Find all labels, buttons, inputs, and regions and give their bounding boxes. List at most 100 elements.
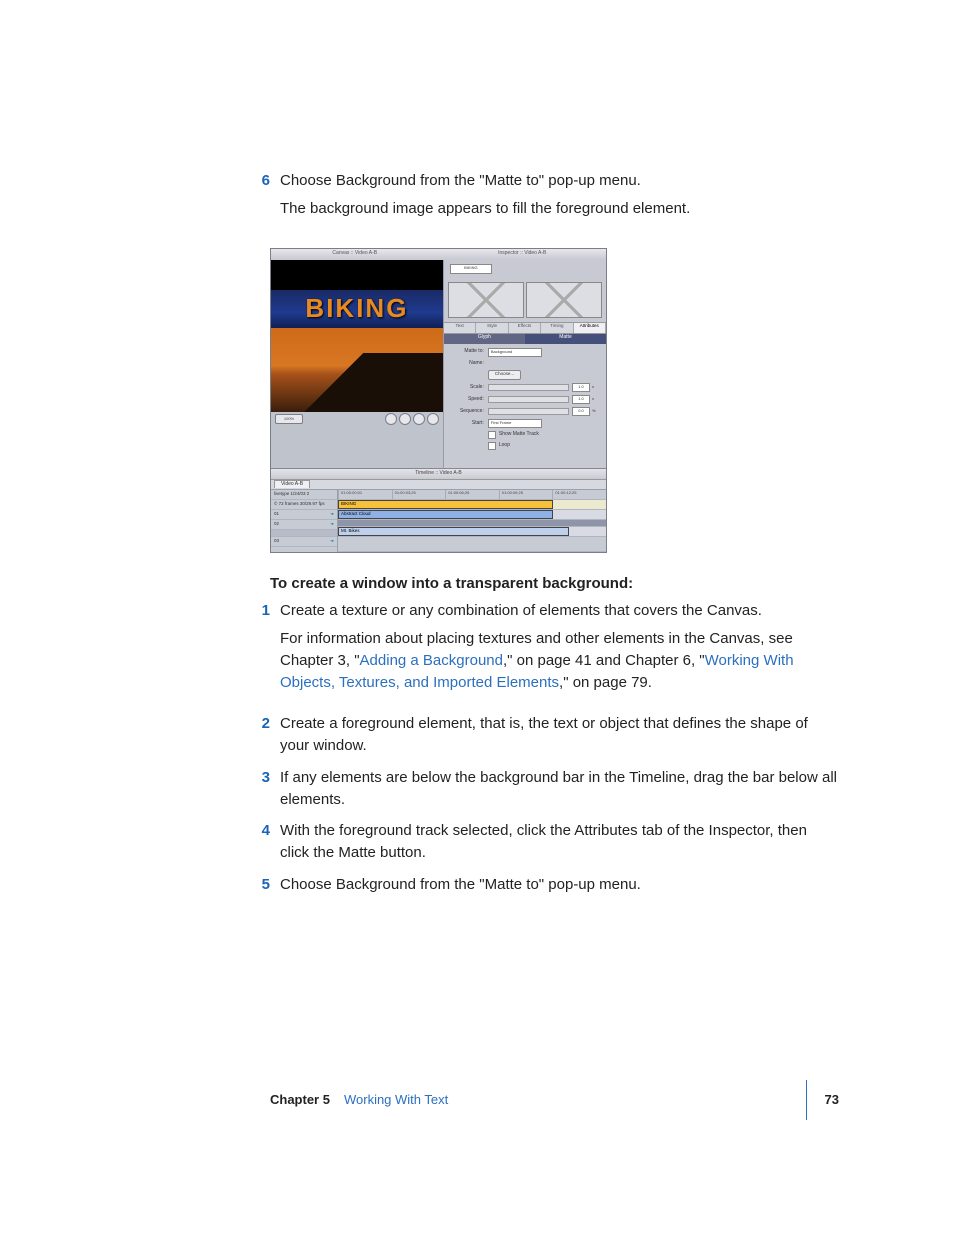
- step-4: 4 With the foreground track selected, cl…: [270, 820, 839, 864]
- step-number: 4: [248, 820, 280, 864]
- transport-controls: [385, 413, 439, 425]
- proj-info-2: © 72 frames 30/29.97 fps: [271, 500, 337, 510]
- section-heading: To create a window into a transparent ba…: [270, 573, 839, 595]
- window-titlebar: Canvas :: Video A-B Inspector :: Video A…: [271, 249, 606, 260]
- sequence-slider[interactable]: [488, 408, 569, 415]
- transport-loop-icon[interactable]: [427, 413, 439, 425]
- clip-biking[interactable]: BIKING: [338, 500, 553, 509]
- inspector-thumbnails: [444, 278, 606, 322]
- inspector-window: BIKING Text Style Effects Timing Attribu…: [443, 260, 606, 468]
- keyframe-icon: ◦▸: [330, 538, 334, 545]
- timeline-footer: [338, 537, 606, 552]
- windows-row: BIKING 100%: [271, 260, 606, 468]
- screenshot: Canvas :: Video A-B Inspector :: Video A…: [270, 248, 607, 553]
- page-footer: Chapter 5 Working With Text 73: [0, 1080, 954, 1120]
- canvas-window: BIKING 100%: [271, 260, 443, 468]
- track-3[interactable]: Mt. Bikes: [338, 527, 606, 537]
- canvas-footer: 100%: [271, 412, 443, 468]
- start-select[interactable]: First Frame: [488, 419, 542, 428]
- inspector-name-row: BIKING: [444, 260, 606, 278]
- step-number: 3: [248, 767, 280, 811]
- thumb-1: [448, 282, 524, 318]
- step-number: 5: [248, 874, 280, 896]
- track-1[interactable]: BIKING: [338, 500, 606, 510]
- timeline-tabbar: Video A-B: [271, 479, 606, 489]
- step-number: 6: [248, 170, 280, 234]
- track-header-1[interactable]: 01◦▸: [271, 510, 337, 520]
- speed-slider[interactable]: [488, 396, 569, 403]
- choose-button[interactable]: Choose...: [488, 370, 521, 380]
- keyframe-icon: ◦▸: [330, 521, 334, 528]
- step-3: 3 If any elements are below the backgrou…: [270, 767, 839, 811]
- speed-value[interactable]: 1.0: [572, 395, 590, 404]
- step-text: Create a texture or any combination of e…: [280, 600, 839, 622]
- name-label: Name:: [450, 360, 488, 367]
- zoom-chip[interactable]: 100%: [275, 414, 303, 424]
- show-matte-label: Show Matte Track: [499, 431, 539, 438]
- step-5: 5 Choose Background from the "Matte to" …: [270, 874, 839, 896]
- step-1: 1 Create a texture or any combination of…: [270, 600, 839, 707]
- transport-next-icon[interactable]: [413, 413, 425, 425]
- canvas-title-text: BIKING: [271, 290, 443, 328]
- timeline-ruler[interactable]: 01:00:00;0101:00:03;2501:00:06;2501:00:0…: [338, 490, 606, 500]
- tab-attributes[interactable]: Attributes: [574, 323, 606, 333]
- keyframe-icon: ◦▸: [330, 511, 334, 518]
- step-body: Choose Background from the "Matte to" po…: [280, 874, 839, 896]
- tab-timing[interactable]: Timing: [541, 323, 573, 333]
- matte-panel: Matte to: Background Name: Choose... Sca…: [444, 344, 606, 455]
- tab-effects[interactable]: Effects: [509, 323, 541, 333]
- subhdr-matte[interactable]: Matte: [525, 334, 606, 344]
- background-bar[interactable]: [338, 520, 606, 527]
- sequence-value[interactable]: 0.0: [572, 407, 590, 416]
- biker-icon: [415, 370, 421, 378]
- step-6: 6 Choose Background from the "Matte to" …: [270, 170, 839, 234]
- timeline-tracks: 01:00:00;0101:00:03;2501:00:06;2501:00:0…: [338, 490, 606, 552]
- step-body: Create a foreground element, that is, th…: [280, 713, 839, 757]
- tab-style[interactable]: Style: [476, 323, 508, 333]
- clip-bikes[interactable]: Mt. Bikes: [338, 527, 569, 536]
- inspector-name-field[interactable]: BIKING: [450, 264, 492, 274]
- step-2: 2 Create a foreground element, that is, …: [270, 713, 839, 757]
- canvas-photo: [271, 328, 443, 412]
- sequence-label: Sequence:: [450, 408, 488, 415]
- chapter-name: Working With Text: [344, 1091, 448, 1110]
- canvas-window-title: Canvas :: Video A-B: [271, 250, 439, 257]
- show-matte-checkbox[interactable]: [488, 431, 496, 439]
- matte-to-popup[interactable]: Background: [488, 348, 542, 357]
- transport-play-icon[interactable]: [399, 413, 411, 425]
- step-extra: For information about placing textures a…: [280, 628, 839, 693]
- loop-checkbox[interactable]: [488, 442, 496, 450]
- timeline-tab[interactable]: Video A-B: [274, 480, 310, 488]
- matte-to-label: Matte to:: [450, 348, 488, 355]
- proj-info-1: livetype 1/24/03 2: [271, 490, 337, 500]
- step-text: Choose Background from the "Matte to" po…: [280, 170, 839, 192]
- timeline-title: Timeline :: Video A-B: [271, 468, 606, 479]
- footer-divider: [806, 1080, 807, 1120]
- transport-prev-icon[interactable]: [385, 413, 397, 425]
- scale-value[interactable]: 1.0: [572, 383, 590, 392]
- clip-cloud[interactable]: Abstract Cloud: [338, 510, 553, 519]
- step-body: Create a texture or any combination of e…: [280, 600, 839, 707]
- track-header-2[interactable]: 02◦▸: [271, 520, 337, 530]
- speed-label: Speed:: [450, 396, 488, 403]
- inspector-tabs: Text Style Effects Timing Attributes: [444, 322, 606, 334]
- inspector-window-title: Inspector :: Video A-B: [439, 250, 607, 257]
- link-adding-background[interactable]: Adding a Background: [360, 652, 503, 669]
- canvas-black-top: [271, 260, 443, 290]
- loop-label: Loop: [499, 442, 510, 449]
- step-number: 1: [248, 600, 280, 707]
- tab-text[interactable]: Text: [444, 323, 476, 333]
- step-body: If any elements are below the background…: [280, 767, 839, 811]
- canvas-toolbar: 100%: [271, 412, 443, 426]
- chapter-label: Chapter 5: [270, 1091, 330, 1110]
- scale-slider[interactable]: [488, 384, 569, 391]
- timeline: livetype 1/24/03 2 © 72 frames 30/29.97 …: [271, 489, 606, 552]
- track-divider: [271, 530, 337, 537]
- track-2[interactable]: Abstract Cloud: [338, 510, 606, 520]
- subhdr-glyph[interactable]: Glyph: [444, 334, 525, 344]
- scale-label: Scale:: [450, 384, 488, 391]
- start-label: Start:: [450, 420, 488, 427]
- step-number: 2: [248, 713, 280, 757]
- thumb-2: [526, 282, 602, 318]
- track-header-3[interactable]: 03◦▸: [271, 537, 337, 547]
